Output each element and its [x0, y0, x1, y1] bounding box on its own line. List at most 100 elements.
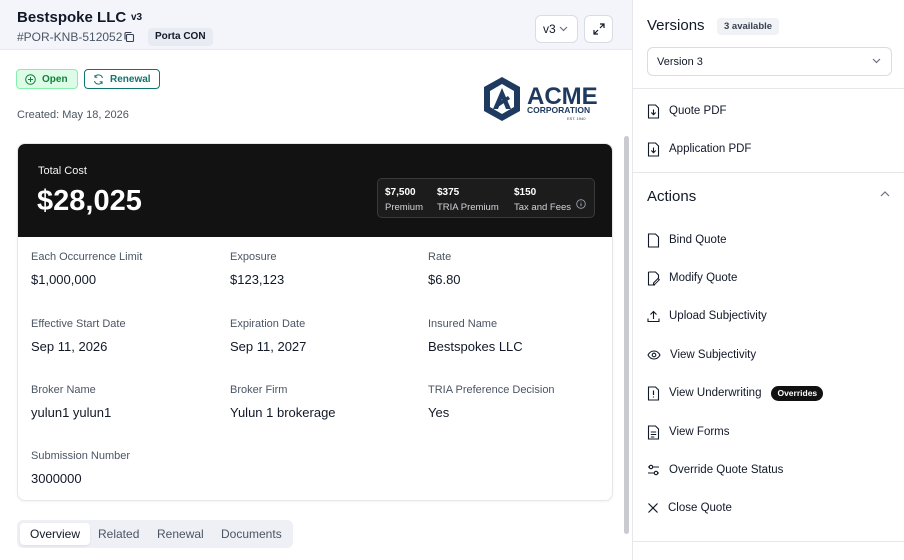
- plus-circle-icon: [25, 73, 36, 85]
- field-effective-start-date: Effective Start Date Sep 11, 2026: [31, 318, 126, 354]
- alert-file-icon: [647, 385, 660, 401]
- chevron-down-icon: [872, 58, 881, 64]
- action-upload-subjectivity[interactable]: Upload Subjectivity: [647, 306, 767, 326]
- breakdown-item: $7,500 Premium: [385, 187, 423, 213]
- created-date: Created: May 18, 2026: [17, 109, 129, 121]
- breakdown-item: $375 TRIA Premium: [437, 187, 499, 213]
- version-dropdown[interactable]: v3: [535, 15, 578, 43]
- tab-documents[interactable]: Documents: [211, 523, 292, 545]
- field-label: Effective Start Date: [31, 318, 126, 330]
- field-value: 3000000: [31, 471, 82, 486]
- breakdown-amount: $375: [437, 187, 460, 198]
- version-badge: v3: [131, 12, 143, 23]
- action-label: View Underwriting: [669, 387, 762, 399]
- cost-breakdown: $7,500 Premium $375 TRIA Premium $150 Ta…: [377, 178, 595, 218]
- action-view-underwriting[interactable]: View Underwriting Overrides: [647, 383, 824, 403]
- cost-card: Total Cost $28,025 $7,500 Premium $375 T…: [17, 143, 613, 501]
- action-label: Upload Subjectivity: [669, 310, 767, 322]
- document-icon: [647, 424, 660, 440]
- action-label: View Forms: [669, 426, 730, 438]
- action-modify-quote[interactable]: Modify Quote: [647, 268, 737, 288]
- version-select[interactable]: Version 3: [647, 47, 892, 76]
- field-value: $1,000,000: [31, 272, 97, 287]
- page-title: Bestspoke LLC: [17, 9, 127, 26]
- copy-icon[interactable]: [123, 31, 135, 43]
- field-label: Rate: [428, 251, 452, 263]
- eye-icon: [647, 350, 661, 360]
- divider: [633, 541, 904, 542]
- side-panel: Versions 3 available Version 3 Quote PDF…: [632, 0, 904, 560]
- divider: [633, 172, 904, 173]
- action-close-quote[interactable]: Close Quote: [647, 498, 732, 518]
- close-icon: [648, 503, 658, 513]
- field-tria-preference: TRIA Preference Decision Yes: [428, 384, 555, 420]
- tab-overview[interactable]: Overview: [20, 523, 91, 545]
- status-badge-renewal: Renewal: [84, 69, 160, 89]
- field-label: Broker Name: [31, 384, 96, 396]
- expand-icon: [592, 23, 605, 35]
- chevron-up-icon[interactable]: [880, 190, 890, 197]
- quote-header: Bestspoke LLC v3 #POR-KNB-512052 Porta C…: [0, 0, 632, 50]
- breakdown-amount: $7,500: [385, 187, 416, 198]
- field-value: $6.80: [428, 272, 461, 287]
- quote-pdf-link[interactable]: Quote PDF: [647, 101, 727, 121]
- chevron-down-icon: [559, 26, 568, 32]
- field-value: Sep 11, 2026: [31, 339, 108, 354]
- actions-title: Actions: [647, 188, 697, 205]
- action-label: View Subjectivity: [670, 349, 757, 361]
- field-insured-name: Insured Name Bestspokes LLC: [428, 318, 523, 354]
- action-label: Modify Quote: [669, 272, 738, 284]
- upload-icon: [647, 310, 660, 322]
- tab-related[interactable]: Related: [88, 523, 149, 545]
- action-override-quote-status[interactable]: Override Quote Status: [647, 460, 783, 480]
- field-exposure: Exposure $123,123: [230, 251, 284, 287]
- field-label: Each Occurrence Limit: [31, 251, 143, 263]
- field-label: Broker Firm: [230, 384, 288, 396]
- action-label: Bind Quote: [669, 234, 727, 246]
- total-cost-label: Total Cost: [38, 165, 87, 177]
- status-badge-open: Open: [16, 69, 78, 89]
- application-pdf-link[interactable]: Application PDF: [647, 139, 751, 159]
- info-icon[interactable]: [576, 199, 586, 209]
- field-broker-name: Broker Name yulun1 yulun1: [31, 384, 111, 420]
- status-renewal-label: Renewal: [110, 73, 151, 85]
- sliders-icon: [648, 464, 659, 476]
- expand-button[interactable]: [584, 15, 613, 43]
- quote-detail-panel: Bestspoke LLC v3 #POR-KNB-512052 Porta C…: [0, 0, 632, 560]
- version-dropdown-value: v3: [543, 22, 556, 36]
- action-label: Override Quote Status: [669, 464, 784, 476]
- total-cost-value: $28,025: [37, 185, 142, 217]
- field-value: yulun1 yulun1: [31, 405, 112, 420]
- action-view-forms[interactable]: View Forms: [647, 422, 730, 442]
- action-view-subjectivity[interactable]: View Subjectivity: [647, 345, 756, 365]
- field-label: TRIA Preference Decision: [428, 384, 555, 396]
- versions-title: Versions: [647, 17, 705, 34]
- versions-available-badge: 3 available: [717, 18, 780, 35]
- application-pdf-label: Application PDF: [669, 143, 752, 155]
- action-bind-quote[interactable]: Bind Quote: [647, 230, 727, 250]
- field-value: Sep 11, 2027: [230, 339, 307, 354]
- breakdown-amount: $150: [514, 187, 537, 198]
- file-icon: [647, 232, 660, 248]
- version-select-value: Version 3: [657, 55, 703, 68]
- breakdown-label: TRIA Premium: [437, 202, 499, 213]
- tab-renewal[interactable]: Renewal: [147, 523, 214, 545]
- total-cost-banner: Total Cost $28,025 $7,500 Premium $375 T…: [18, 144, 612, 237]
- logo-sub: CORPORATION: [527, 105, 590, 115]
- field-value: Bestspokes LLC: [428, 339, 523, 354]
- field-value: Yes: [428, 405, 450, 420]
- acme-logo: ACME CORPORATION EST. 1940: [484, 77, 598, 121]
- scrollbar[interactable]: [624, 136, 629, 534]
- file-download-icon: [647, 141, 660, 157]
- field-expiration-date: Expiration Date Sep 11, 2027: [230, 318, 306, 354]
- detail-tabs: Overview Related Renewal Documents: [17, 520, 293, 548]
- field-submission-number: Submission Number 3000000: [31, 450, 130, 486]
- field-label: Expiration Date: [230, 318, 306, 330]
- action-label: Close Quote: [668, 502, 732, 514]
- file-edit-icon: [647, 270, 660, 286]
- field-value: $123,123: [230, 272, 285, 287]
- overrides-badge: Overrides: [771, 385, 824, 401]
- field-each-occurrence-limit: Each Occurrence Limit $1,000,000: [31, 251, 142, 287]
- breakdown-label: Tax and Fees: [514, 202, 572, 213]
- quote-id: #POR-KNB-512052: [17, 30, 123, 44]
